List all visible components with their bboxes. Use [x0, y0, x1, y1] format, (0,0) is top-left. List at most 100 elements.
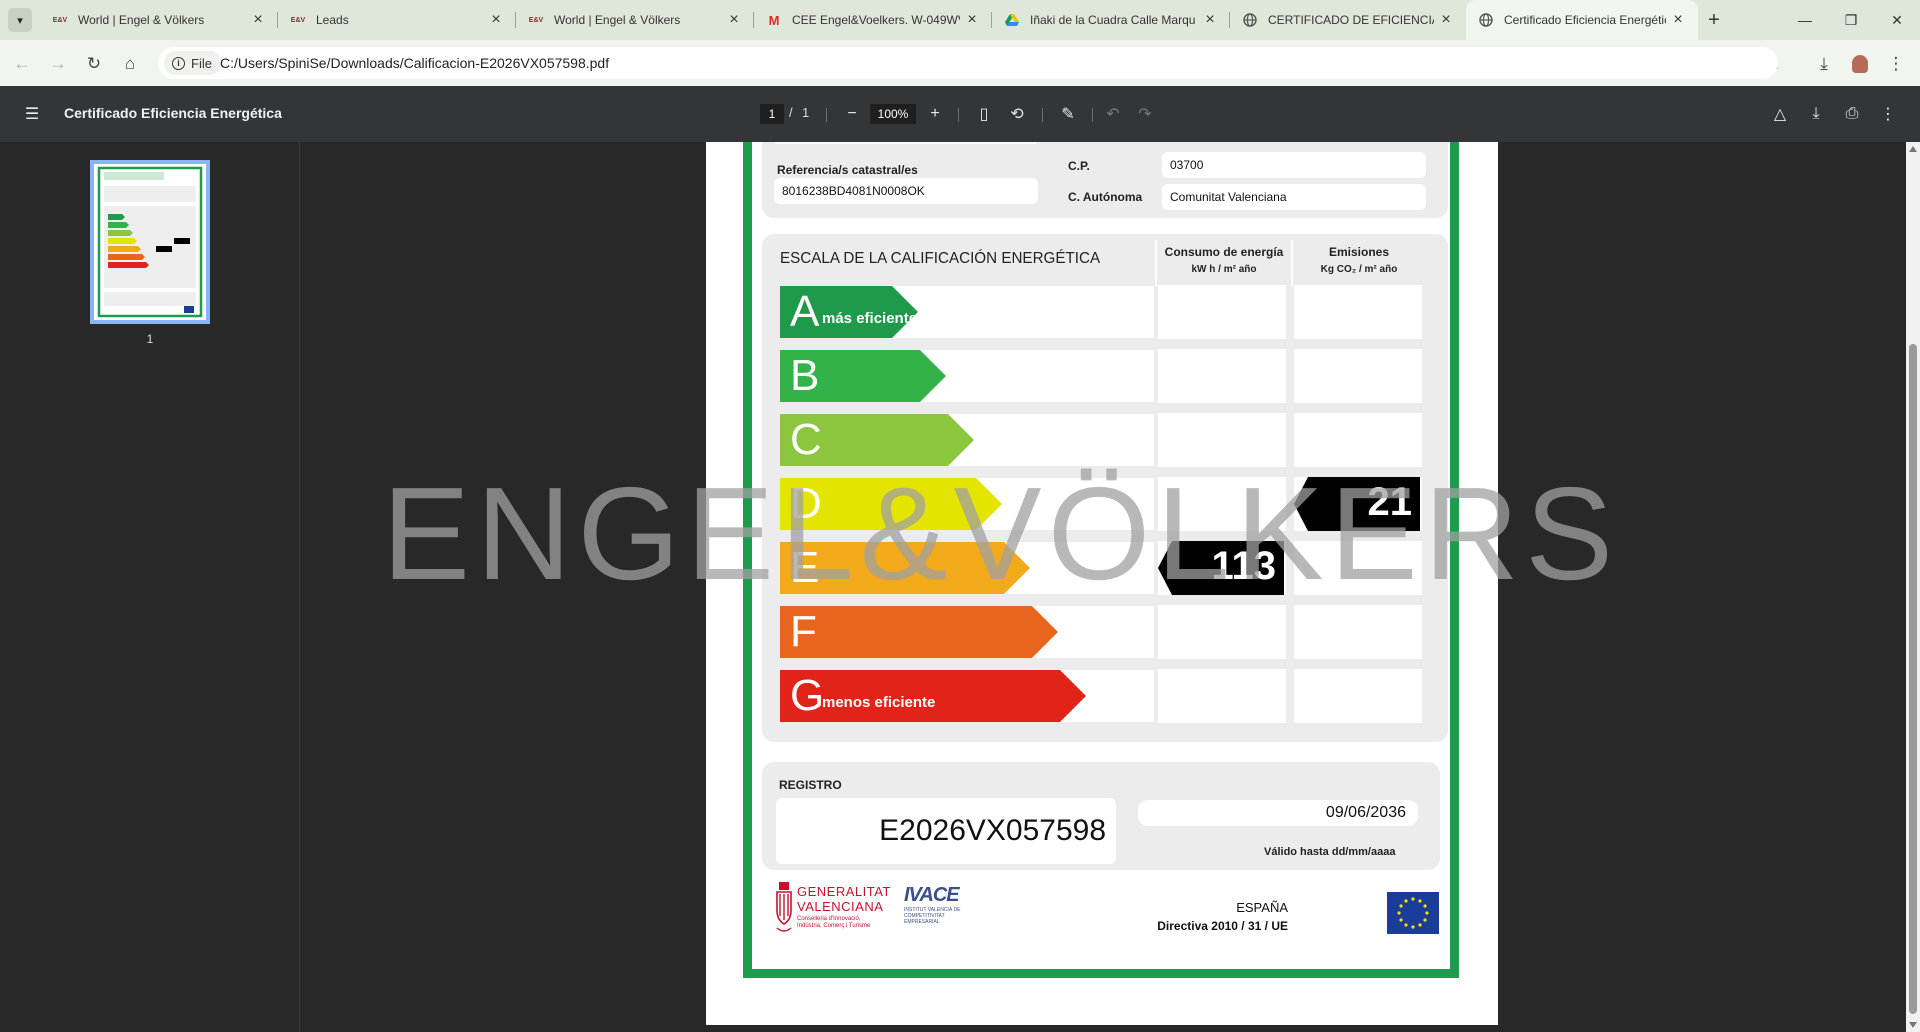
- home-button[interactable]: ⌂: [116, 50, 144, 78]
- close-icon[interactable]: ×: [960, 8, 984, 32]
- minimize-icon: —: [1798, 12, 1812, 28]
- arrow-left-icon: ←: [13, 54, 31, 73]
- energy-consumption-header: Consumo de energía kW h / m² año: [1158, 244, 1290, 278]
- vertical-scrollbar[interactable]: [1906, 142, 1920, 1032]
- page-thumbnail[interactable]: [90, 160, 210, 324]
- annotate-button[interactable]: ✎: [1054, 100, 1082, 128]
- download-pdf-button[interactable]: ⤓: [1802, 100, 1830, 128]
- close-icon[interactable]: ×: [1198, 8, 1222, 32]
- rotate-button[interactable]: ⟲: [1003, 100, 1031, 128]
- close-icon[interactable]: ×: [1434, 8, 1458, 32]
- rating-arrow-b: B: [780, 350, 946, 402]
- ivace-logo: IVACE INSTITUT VALENCIÀ DE COMPETITIVITA…: [904, 884, 974, 928]
- minimize-button[interactable]: —: [1782, 0, 1828, 40]
- tab-title: World | Engel & Völkers: [78, 13, 205, 27]
- tab-title: Certificado Eficiencia Energétic: [1504, 13, 1666, 27]
- zoom-level-input[interactable]: 100%: [870, 104, 916, 124]
- close-window-button[interactable]: ✕: [1874, 0, 1920, 40]
- tab-leads[interactable]: E&V Leads ×: [278, 0, 516, 40]
- scroll-up-arrow-icon[interactable]: [1909, 146, 1917, 152]
- page-total: 1: [802, 105, 810, 120]
- new-tab-button[interactable]: +: [1702, 8, 1726, 32]
- sidebar-toggle-button[interactable]: ☰: [18, 100, 46, 128]
- energy-consumption-badge: 113: [1158, 541, 1284, 595]
- energy-consumption-title: Consumo de energía: [1164, 245, 1284, 259]
- tab-gmail-cee[interactable]: M CEE Engel&Voelkers. W-049WV ×: [754, 0, 992, 40]
- rating-letter: F: [790, 607, 817, 656]
- ivace-name: IVACE: [904, 884, 960, 906]
- pdf-more-button[interactable]: ⋮: [1874, 100, 1902, 128]
- address-bar[interactable]: i File C:/Users/SpiniSe/Downloads/Califi…: [158, 47, 1778, 79]
- zoom-in-button[interactable]: +: [921, 100, 949, 128]
- redo-icon: ↷: [1138, 106, 1152, 123]
- restore-button[interactable]: ❐: [1828, 0, 1874, 40]
- close-icon: ✕: [1891, 11, 1903, 28]
- url-text[interactable]: C:/Users/SpiniSe/Downloads/Calificacion-…: [220, 55, 609, 71]
- forward-button[interactable]: →: [44, 50, 72, 78]
- postal-code-value: 03700: [1162, 152, 1426, 178]
- zoom-out-button[interactable]: −: [838, 100, 866, 128]
- drive-icon: [1004, 12, 1020, 28]
- redo-button[interactable]: ↷: [1131, 100, 1159, 128]
- close-icon[interactable]: ×: [722, 8, 746, 32]
- printer-icon: ⎙: [1845, 105, 1859, 122]
- close-icon[interactable]: ×: [484, 8, 508, 32]
- emissions-cell-b: [1294, 349, 1422, 403]
- profile-avatar[interactable]: [1846, 50, 1874, 78]
- energy-cell-a: [1158, 285, 1286, 339]
- toolbar-divider: [1042, 108, 1043, 122]
- engel-volkers-icon: E&V: [52, 16, 68, 24]
- close-icon[interactable]: ×: [1666, 8, 1690, 32]
- hamburger-menu-icon: ☰: [24, 106, 40, 123]
- emissions-cell-c: [1294, 413, 1422, 467]
- rating-arrow-g: Gmenos eficiente: [780, 670, 1086, 722]
- reload-button[interactable]: ↻: [80, 50, 108, 78]
- energy-cell-f: [1158, 605, 1286, 659]
- page-number-input[interactable]: 1: [760, 104, 784, 124]
- page-separator: /: [789, 105, 793, 120]
- undo-button[interactable]: ↶: [1099, 100, 1127, 128]
- browser-menu-button[interactable]: ⋮: [1882, 50, 1910, 78]
- scrollbar-thumb[interactable]: [1909, 344, 1917, 1014]
- rating-letter: D: [790, 479, 822, 528]
- tab-certificado-eficiencia-1[interactable]: CERTIFICADO DE EFICIENCIA E ×: [1230, 0, 1466, 40]
- avatar: [1852, 55, 1868, 73]
- energy-cell-c: [1158, 413, 1286, 467]
- energy-consumption-value: 113: [1211, 544, 1276, 588]
- tab-world-engel-volkers-2[interactable]: E&V World | Engel & Völkers ×: [516, 0, 754, 40]
- generalitat-crest-icon: [776, 882, 792, 932]
- tab-drive-inaki[interactable]: Iñaki de la Cuadra Calle Marqu ×: [992, 0, 1230, 40]
- rating-letter: G: [790, 671, 825, 720]
- site-info-chip[interactable]: i File: [164, 51, 222, 75]
- print-button[interactable]: ⎙: [1838, 100, 1866, 128]
- rotate-icon: ⟲: [1010, 106, 1024, 123]
- generalitat-name-1: GENERALITAT: [797, 884, 891, 899]
- registration-label: REGISTRO: [779, 778, 842, 792]
- header-divider: [1155, 240, 1157, 286]
- rating-letter: C: [790, 415, 822, 464]
- close-icon[interactable]: ×: [246, 8, 270, 32]
- tab-strip: ▾ E&V World | Engel & Völkers × E&V Lead…: [0, 0, 1920, 40]
- pdf-page: Referencia/s catastral/es 8016238BD4081N…: [706, 142, 1498, 1025]
- generalitat-subtitle: Conselleria d'Innovació, Indústria, Come…: [797, 916, 871, 929]
- downloads-button[interactable]: ⤓: [1810, 50, 1838, 78]
- tab-world-engel-volkers-1[interactable]: E&V World | Engel & Völkers ×: [40, 0, 278, 40]
- tab-title: World | Engel & Völkers: [554, 13, 681, 27]
- pdf-viewer[interactable]: Referencia/s catastral/es 8016238BD4081N…: [301, 142, 1906, 1032]
- info-icon: i: [172, 56, 185, 70]
- download-icon: ⤓: [1820, 54, 1828, 73]
- scroll-down-arrow-icon[interactable]: [1909, 1022, 1917, 1028]
- emissions-cell-f: [1294, 605, 1422, 659]
- tab-certificado-eficiencia-active[interactable]: Certificado Eficiencia Energétic ×: [1466, 0, 1698, 40]
- tab-search-button[interactable]: ▾: [8, 8, 32, 32]
- cadastral-reference-label: Referencia/s catastral/es: [777, 163, 918, 177]
- back-button[interactable]: ←: [8, 50, 36, 78]
- save-to-drive-button[interactable]: △: [1766, 100, 1794, 128]
- fit-page-button[interactable]: ▯: [970, 100, 998, 128]
- emissions-title: Emisiones: [1328, 245, 1390, 259]
- emissions-cell-a: [1294, 285, 1422, 339]
- tab-title: Iñaki de la Cuadra Calle Marqu: [1030, 13, 1196, 27]
- valid-until-label: Válido hasta dd/mm/aaaa: [1264, 846, 1396, 858]
- emissions-header: Emisiones Kg CO₂ / m² año: [1294, 244, 1424, 278]
- arrow-right-icon: →: [49, 54, 67, 73]
